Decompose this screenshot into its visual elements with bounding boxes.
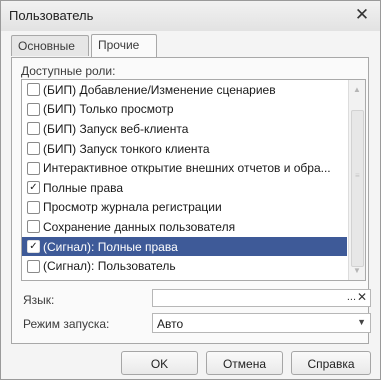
role-item[interactable]: Сохранение данных пользователя: [22, 217, 347, 237]
role-label: (Сигнал): Пользователь: [43, 259, 176, 274]
scroll-down-icon[interactable]: ▼: [353, 266, 361, 275]
start-mode-select[interactable]: Авто ▼: [152, 313, 371, 333]
title-bar: Пользователь ✕: [1, 1, 380, 31]
scrollbar-thumb[interactable]: ≡: [351, 110, 364, 267]
role-checkbox[interactable]: [27, 200, 40, 214]
role-label: (БИП) Запуск веб-клиента: [43, 121, 189, 136]
role-checkbox[interactable]: [27, 220, 40, 234]
role-item[interactable]: ✓ Полные права: [22, 178, 347, 198]
role-checkbox[interactable]: [27, 161, 40, 175]
role-checkbox[interactable]: [27, 122, 40, 136]
role-item[interactable]: (БИП) Только просмотр: [22, 100, 347, 120]
role-checkbox[interactable]: [27, 83, 40, 97]
tab-other[interactable]: Прочие: [91, 34, 157, 57]
grip-icon: ≡: [355, 171, 360, 180]
language-label: Язык:: [23, 293, 55, 307]
role-checkbox[interactable]: [27, 102, 40, 116]
role-checkbox-checked[interactable]: ✓: [27, 181, 40, 195]
role-checkbox-checked[interactable]: ✓: [27, 240, 40, 254]
role-item[interactable]: Просмотр журнала регистрации: [22, 198, 347, 218]
window-title: Пользователь: [9, 8, 94, 23]
user-dialog: Пользователь ✕ Основные Прочие Доступные…: [0, 0, 381, 380]
scroll-up-icon[interactable]: ▲: [353, 85, 361, 94]
roles-label: Доступные роли:: [21, 64, 116, 78]
ok-button[interactable]: OK: [121, 351, 198, 375]
role-label: Просмотр журнала регистрации: [43, 200, 222, 215]
role-item-selected[interactable]: ✓ (Сигнал): Полные права: [22, 236, 347, 257]
role-label: Интерактивное открытие внешних отчетов и…: [43, 161, 331, 176]
role-label: (БИП) Только просмотр: [43, 102, 174, 117]
role-checkbox[interactable]: [27, 142, 40, 156]
start-mode-label: Режим запуска:: [23, 317, 110, 331]
select-ellipsis-icon[interactable]: ...: [347, 291, 356, 303]
language-field[interactable]: ... ✕: [152, 289, 371, 307]
role-label: (БИП) Добавление/Изменение сценариев: [43, 82, 276, 97]
role-checkbox[interactable]: [27, 259, 40, 273]
tab-main[interactable]: Основные: [11, 35, 89, 56]
role-item[interactable]: (БИП) Запуск веб-клиента: [22, 119, 347, 139]
clear-icon[interactable]: ✕: [357, 290, 367, 304]
chevron-down-icon[interactable]: ▼: [357, 317, 366, 327]
roles-scrollbar[interactable]: ▲ ≡ ▼: [348, 80, 365, 280]
roles-list[interactable]: (БИП) Добавление/Изменение сценариев (БИ…: [21, 79, 366, 281]
role-item[interactable]: (Сигнал): Пользователь: [22, 256, 347, 276]
cancel-button[interactable]: Отмена: [206, 351, 283, 375]
close-icon[interactable]: ✕: [352, 5, 372, 25]
start-mode-value: Авто: [157, 317, 184, 331]
help-button[interactable]: Справка: [291, 351, 371, 375]
role-label: Сохранение данных пользователя: [43, 219, 236, 234]
role-label: (БИП) Запуск тонкого клиента: [43, 141, 210, 156]
role-item[interactable]: Интерактивное открытие внешних отчетов и…: [22, 158, 347, 178]
role-item[interactable]: (БИП) Добавление/Изменение сценариев: [22, 80, 347, 100]
role-item[interactable]: (БИП) Запуск тонкого клиента: [22, 139, 347, 159]
role-label: Полные права: [43, 180, 124, 195]
role-label: (Сигнал): Полные права: [43, 239, 178, 254]
